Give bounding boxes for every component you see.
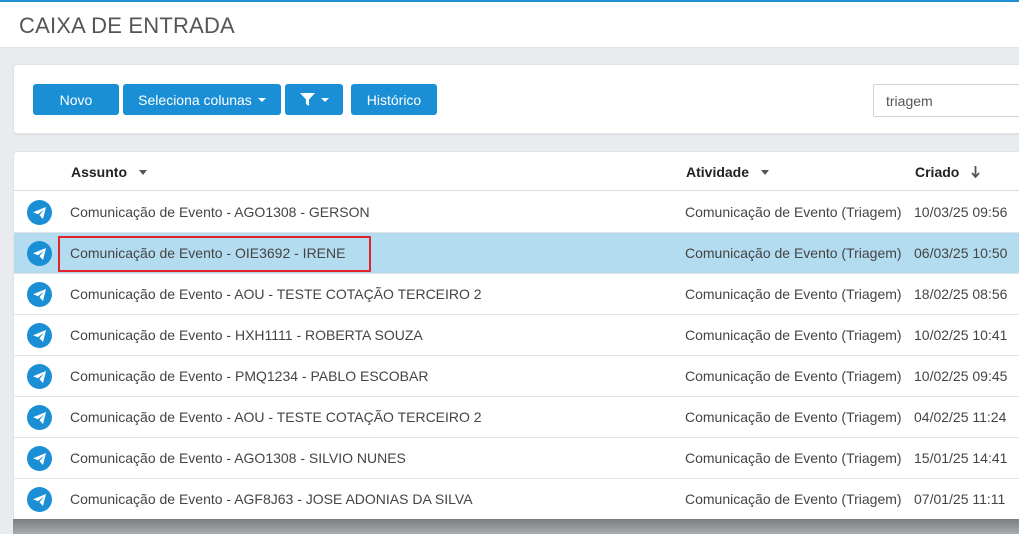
select-columns-button[interactable]: Seleciona colunas [123, 84, 281, 115]
cell-activity: Comunicação de Evento (Triagem) [685, 245, 902, 261]
column-header-activity-label: Atividade [686, 164, 750, 180]
cell-subject: Comunicação de Evento - AOU - TESTE COTA… [70, 409, 482, 425]
cell-created: 06/03/25 10:50 [914, 245, 1008, 261]
paper-plane-icon[interactable] [27, 487, 52, 512]
column-header-activity[interactable]: Atividade [686, 164, 770, 180]
history-button[interactable]: Histórico [351, 84, 437, 115]
cell-subject: Comunicação de Evento - AGO1308 - GERSON [70, 204, 370, 220]
paper-plane-icon[interactable] [27, 405, 52, 430]
cell-activity: Comunicação de Evento (Triagem) [685, 368, 902, 384]
search-input[interactable] [873, 84, 1019, 117]
cell-subject: Comunicação de Evento - PMQ1234 - PABLO … [70, 368, 429, 384]
cell-activity: Comunicação de Evento (Triagem) [685, 409, 902, 425]
cell-subject: Comunicação de Evento - OIE3692 - IRENE [70, 245, 346, 261]
cell-created: 07/01/25 11:11 [914, 491, 1006, 507]
table-row[interactable]: Comunicação de Evento - AGO1308 - SILVIO… [14, 438, 1019, 479]
cell-created: 10/03/25 09:56 [914, 204, 1008, 220]
chevron-down-icon [257, 97, 266, 102]
table-header: Assunto Atividade Criado [14, 152, 1019, 191]
cell-subject: Comunicação de Evento - AGF8J63 - JOSE A… [70, 491, 473, 507]
page-header: CAIXA DE ENTRADA [0, 2, 1019, 48]
select-columns-label: Seleciona colunas [138, 91, 252, 108]
paper-plane-icon[interactable] [27, 364, 52, 389]
column-header-subject[interactable]: Assunto [71, 164, 147, 180]
cell-activity: Comunicação de Evento (Triagem) [685, 450, 902, 466]
table-row[interactable]: Comunicação de Evento - AGF8J63 - JOSE A… [14, 479, 1019, 520]
filter-button[interactable] [285, 84, 343, 115]
cell-subject: Comunicação de Evento - AOU - TESTE COTA… [70, 286, 482, 302]
paper-plane-icon[interactable] [27, 282, 52, 307]
new-button[interactable]: Novo [33, 84, 119, 115]
paper-plane-icon[interactable] [27, 446, 52, 471]
paper-plane-icon[interactable] [27, 241, 52, 266]
paper-plane-icon[interactable] [27, 200, 52, 225]
cell-activity: Comunicação de Evento (Triagem) [685, 327, 902, 343]
arrow-down-icon [971, 166, 981, 178]
scroll-shadow [13, 519, 1019, 534]
paper-plane-icon[interactable] [27, 323, 52, 348]
chevron-down-icon [320, 97, 329, 102]
cell-activity: Comunicação de Evento (Triagem) [685, 491, 902, 507]
cell-subject: Comunicação de Evento - HXH1111 - ROBERT… [70, 327, 423, 343]
chevron-down-icon [761, 169, 770, 175]
cell-created: 10/02/25 09:45 [914, 368, 1008, 384]
cell-activity: Comunicação de Evento (Triagem) [685, 286, 902, 302]
cell-created: 10/02/25 10:41 [914, 327, 1008, 343]
chevron-down-icon [139, 169, 147, 175]
cell-created: 04/02/25 11:24 [914, 409, 1007, 425]
table-row[interactable]: Comunicação de Evento - HXH1111 - ROBERT… [14, 315, 1019, 356]
table-row[interactable]: Comunicação de Evento - AOU - TESTE COTA… [14, 397, 1019, 438]
table-row[interactable]: Comunicação de Evento - OIE3692 - IRENE C… [14, 233, 1019, 274]
table-row[interactable]: Comunicação de Evento - AOU - TESTE COTA… [14, 274, 1019, 315]
cell-created: 18/02/25 08:56 [914, 286, 1008, 302]
toolbar: Novo Seleciona colunas Histórico [13, 64, 1019, 134]
column-header-subject-label: Assunto [71, 164, 127, 180]
inbox-table: Assunto Atividade Criado Comunicação de … [13, 151, 1019, 531]
cell-activity: Comunicação de Evento (Triagem) [685, 204, 902, 220]
table-row[interactable]: Comunicação de Evento - PMQ1234 - PABLO … [14, 356, 1019, 397]
cell-created: 15/01/25 14:41 [914, 450, 1008, 466]
column-header-created-label: Criado [915, 164, 960, 180]
table-row[interactable]: Comunicação de Evento - AGO1308 - GERSON… [14, 192, 1019, 233]
cell-subject: Comunicação de Evento - AGO1308 - SILVIO… [70, 450, 406, 466]
page-title: CAIXA DE ENTRADA [19, 13, 235, 38]
column-header-created[interactable]: Criado [915, 164, 981, 180]
filter-icon [299, 92, 315, 106]
